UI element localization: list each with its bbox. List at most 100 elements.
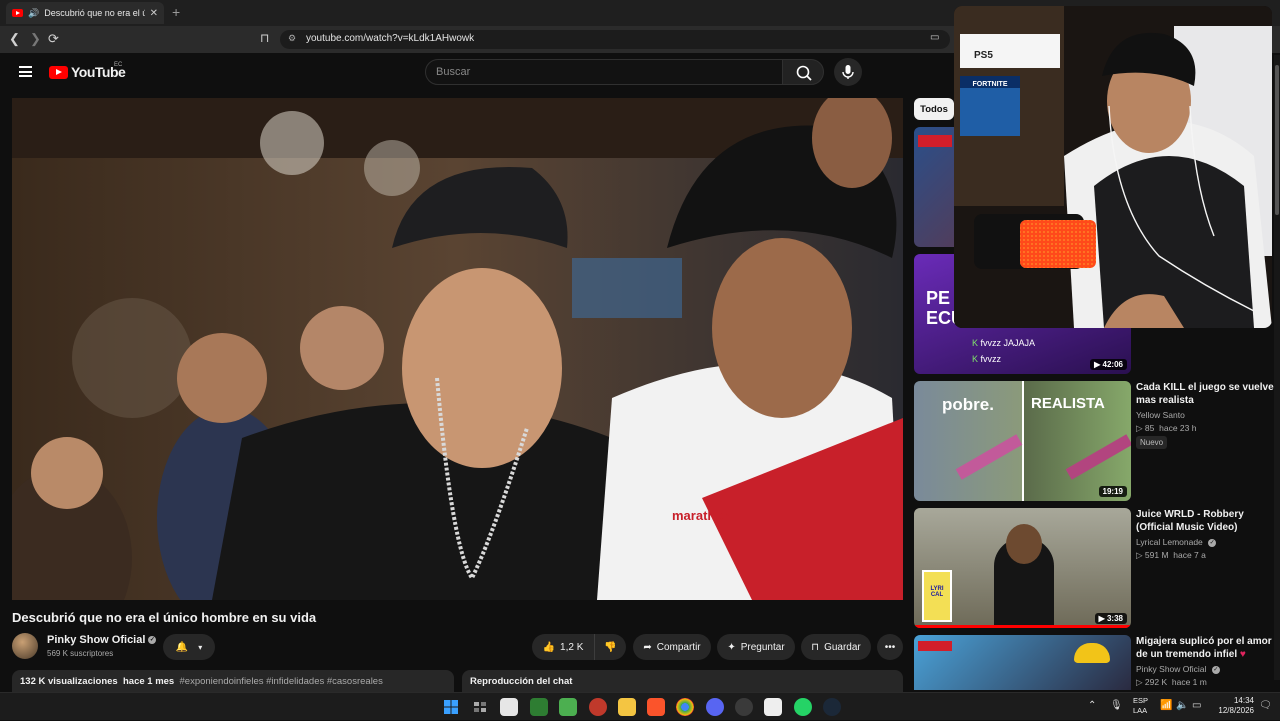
recommendation-channel[interactable]: Pinky Show Oficial ✓ — [1136, 664, 1220, 674]
recommendation-meta: ▷ 292 K hace 1 m — [1136, 677, 1207, 687]
save-button[interactable]: ⊓ Guardar — [801, 634, 871, 660]
language-indicator[interactable]: ESP LAA — [1133, 696, 1148, 716]
discord-icon[interactable] — [706, 698, 724, 716]
volume-icon[interactable]: 🔈 — [1176, 700, 1188, 711]
search-input[interactable] — [425, 59, 783, 85]
obs-icon[interactable] — [735, 698, 753, 716]
minecraft-icon[interactable] — [559, 698, 577, 716]
verified-check-icon: ✓ — [1211, 665, 1220, 674]
xbox-icon[interactable] — [530, 698, 548, 716]
chat-replay-panel[interactable]: Reproducción del chat — [462, 670, 903, 692]
recommendation-item[interactable]: pobre. REALISTA 19:19 Cada KILL el juego… — [914, 381, 1274, 501]
rifle-shape — [955, 434, 1023, 480]
upload-age: hace 1 mes — [122, 676, 175, 687]
browser-tab[interactable]: 🔊 Descubrió que no era el únic ✕ — [6, 2, 164, 24]
recommendation-item[interactable]: Migajera suplicó por el amor de un treme… — [914, 635, 1274, 690]
url-text: youtube.com/watch?v=kLdk1AHwowk — [306, 33, 475, 44]
rifle-shape — [1065, 434, 1131, 480]
close-tab-icon[interactable]: ✕ — [150, 8, 158, 19]
thumbnail-chat-line: K fvvzz — [972, 354, 1002, 364]
subscriber-count: 569 K suscriptores — [47, 649, 114, 658]
share-arrow-icon: ➦ — [643, 641, 652, 653]
notifications-icon[interactable]: 🗨 — [1259, 700, 1272, 711]
file-explorer-icon[interactable] — [618, 698, 636, 716]
thumbnail-banner — [918, 641, 952, 651]
reload-icon[interactable]: ⟳ — [48, 31, 59, 47]
more-actions-button[interactable]: ••• — [877, 634, 903, 660]
recommendation-meta: ▷ 85 hace 23 h — [1136, 423, 1197, 433]
forward-icon[interactable]: ❯ — [30, 31, 41, 47]
thumbnail-divider — [1022, 381, 1024, 501]
ask-button[interactable]: ✦ Preguntar — [717, 634, 795, 660]
steam-icon[interactable] — [823, 698, 841, 716]
voice-search-button[interactable] — [834, 58, 862, 86]
store-icon[interactable] — [500, 698, 518, 716]
hashtags[interactable]: #exponiendoinfieles #infidelidades #caso… — [180, 676, 383, 687]
speaker-icon[interactable]: 🔊 — [28, 8, 39, 19]
wifi-icon[interactable]: 📶 — [1160, 700, 1172, 711]
back-icon[interactable]: ❮ — [9, 31, 20, 47]
like-button[interactable]: 👍 1,2 K — [532, 634, 594, 660]
task-view-icon[interactable] — [471, 698, 489, 716]
site-settings-icon[interactable]: ⚙ — [288, 33, 296, 44]
tray-expand-icon[interactable]: ⌃ — [1088, 700, 1096, 711]
windows-taskbar: ⌃ 🎙 ESP LAA 📶 🔈 ▭ 14:34 12/8/2026 🗨 — [0, 692, 1280, 720]
brave-browser-icon[interactable] — [647, 698, 665, 716]
scrollbar-thumb[interactable] — [1275, 65, 1279, 215]
chrome-icon[interactable] — [676, 698, 694, 716]
address-bar[interactable]: ⚙ youtube.com/watch?v=kLdk1AHwowk ▭ — [280, 30, 950, 49]
notifications-button[interactable]: 🔔 ▾ — [163, 634, 215, 660]
share-button[interactable]: ➦ Compartir — [633, 634, 711, 660]
webcam-frame: FORTNITE PS5 — [954, 6, 1272, 328]
channel-name[interactable]: Pinky Show Oficial ✓ — [47, 634, 157, 646]
verified-check-icon: ✓ — [1208, 538, 1217, 547]
battery-icon[interactable]: ▭ — [1192, 700, 1201, 711]
new-tab-button[interactable]: + — [172, 4, 180, 20]
recommendation-channel[interactable]: Lyrical Lemonade ✓ — [1136, 537, 1217, 547]
thumbnail-chat-line: K fvvzz JAJAJA — [972, 338, 1036, 348]
recommendation-title[interactable]: Migajera suplicó por el amor de un treme… — [1136, 635, 1274, 661]
screen-icon[interactable]: ▭ — [930, 32, 939, 43]
windows-start-icon[interactable] — [442, 698, 460, 716]
heart-icon: ♥ — [1239, 649, 1246, 660]
thumbnail-sign: LYRI CAL — [922, 570, 952, 622]
more-dots-icon: ••• — [884, 641, 896, 653]
thumbs-down-icon: 👎 — [604, 641, 617, 653]
console-box-label: PS5 — [974, 50, 993, 61]
recommendation-title[interactable]: Juice WRLD - Robbery (Official Music Vid… — [1136, 508, 1276, 534]
page-scrollbar[interactable] — [1274, 55, 1280, 680]
video-thumbnail[interactable]: LYRI CAL ▶ 3:38 — [914, 508, 1131, 628]
video-frame: marathon — [12, 98, 903, 600]
microphone-tray-icon[interactable]: 🎙 — [1110, 700, 1123, 711]
shirt-text: marathon — [672, 508, 731, 523]
youtube-favicon-icon — [12, 9, 23, 17]
search-icon — [796, 65, 812, 81]
thumbs-up-icon: 👍 — [542, 641, 556, 653]
sparkle-icon: ✦ — [727, 641, 736, 653]
thumbnail-face — [1006, 524, 1042, 564]
chip-all[interactable]: Todos — [914, 98, 954, 120]
capcut-icon[interactable] — [764, 698, 782, 716]
streamer-webcam-overlay: FORTNITE PS5 — [954, 6, 1272, 328]
dislike-button[interactable]: 👎 — [594, 634, 626, 660]
video-player[interactable]: marathon — [12, 98, 903, 600]
watch-progress-bar — [914, 625, 1131, 628]
video-thumbnail[interactable] — [914, 635, 1131, 690]
game-app-icon[interactable] — [589, 698, 607, 716]
channel-avatar[interactable] — [12, 633, 38, 659]
video-title: Descubrió que no era el único hombre en … — [12, 610, 317, 625]
video-thumbnail[interactable]: pobre. REALISTA 19:19 — [914, 381, 1131, 501]
bell-icon: 🔔 — [175, 641, 189, 653]
country-code: EC — [114, 62, 123, 68]
thumbnail-text-right: REALISTA — [1031, 395, 1105, 412]
bookmark-icon[interactable]: ⊓ — [260, 31, 269, 45]
recommendation-item[interactable]: LYRI CAL ▶ 3:38 Juice WRLD - Robbery (Of… — [914, 508, 1274, 628]
view-count: 132 K visualizaciones — [20, 676, 118, 687]
recommendation-channel[interactable]: Yellow Santo — [1136, 410, 1185, 420]
recommendation-title[interactable]: Cada KILL el juego se vuelve mas realist… — [1136, 381, 1276, 407]
clock[interactable]: 14:34 12/8/2026 — [1214, 696, 1254, 716]
description-box[interactable]: 132 K visualizaciones hace 1 mes #exponi… — [12, 670, 454, 692]
hamburger-menu-icon[interactable] — [19, 66, 32, 77]
whatsapp-icon[interactable] — [794, 698, 812, 716]
search-button[interactable] — [782, 59, 824, 85]
